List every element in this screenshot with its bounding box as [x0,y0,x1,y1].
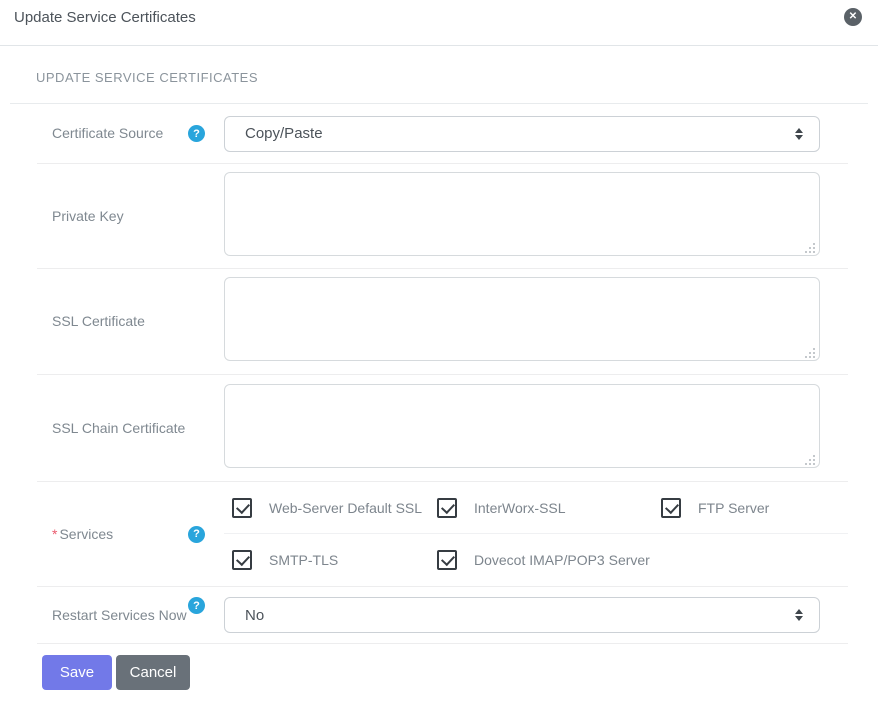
save-button[interactable]: Save [42,655,112,690]
form-row-ssl-chain-certificate: SSL Chain Certificate [37,375,848,482]
ssl-chain-certificate-label: SSL Chain Certificate [52,419,186,436]
section-heading: UPDATE SERVICE CERTIFICATES [36,70,259,85]
modal-header: Update Service Certificates [0,0,878,46]
certificate-source-select[interactable]: Copy/Paste [224,115,820,152]
services-checkbox-row: SMTP-TLS Dovecot IMAP/POP3 Server [224,534,848,586]
form-row-services: *Services Web-Server Default SSL InterWo… [37,482,848,587]
certificate-form: Certificate Source Copy/Paste Private Ke… [37,104,848,644]
checkbox-web-server-default-ssl[interactable] [232,497,252,518]
resize-grip-icon[interactable] [805,242,816,253]
checkbox-label[interactable]: InterWorx-SSL [474,500,566,516]
checkbox-interworx-ssl[interactable] [437,497,457,518]
resize-grip-icon[interactable] [805,347,816,358]
cancel-button[interactable]: Cancel [116,655,190,690]
checkbox-label[interactable]: Web-Server Default SSL [269,500,422,516]
form-row-restart-services-now: Restart Services Now No [37,587,848,644]
help-icon[interactable] [188,597,205,614]
select-arrows-icon [795,128,803,140]
services-label: * Services [52,525,114,542]
checkbox-label[interactable]: SMTP-TLS [269,552,338,568]
restart-services-now-label: Restart Services Now [52,606,187,623]
certificate-source-value: Copy/Paste [245,125,323,142]
form-actions: Save Cancel [42,655,878,690]
close-button[interactable] [844,8,862,26]
checkbox-ftp-server[interactable] [661,497,681,518]
form-row-private-key: Private Key [37,164,848,269]
ssl-certificate-label: SSL Certificate [52,313,145,329]
restart-services-now-value: No [245,606,265,624]
checkbox-dovecot-imap-pop3-server[interactable] [437,550,457,570]
checkbox-smtp-tls[interactable] [232,550,252,570]
checkbox-label[interactable]: Dovecot IMAP/POP3 Server [474,552,650,568]
private-key-label: Private Key [52,207,124,224]
ssl-certificate-textarea[interactable] [224,277,820,361]
services-checkbox-row: Web-Server Default SSL InterWorx-SSL FTP… [224,482,848,534]
certificate-source-label: Certificate Source [52,125,164,141]
help-icon[interactable] [188,125,205,142]
help-icon[interactable] [188,525,205,543]
form-row-ssl-certificate: SSL Certificate [37,269,848,375]
required-marker: * [52,525,58,542]
close-icon [849,12,857,22]
resize-grip-icon[interactable] [805,454,816,465]
checkbox-label[interactable]: FTP Server [698,500,769,516]
form-row-certificate-source: Certificate Source Copy/Paste [37,104,848,164]
ssl-chain-certificate-textarea[interactable] [224,383,820,468]
private-key-textarea[interactable] [224,171,820,256]
select-arrows-icon [795,609,803,621]
page-title: Update Service Certificates [14,9,196,26]
restart-services-now-select[interactable]: No [224,597,820,633]
